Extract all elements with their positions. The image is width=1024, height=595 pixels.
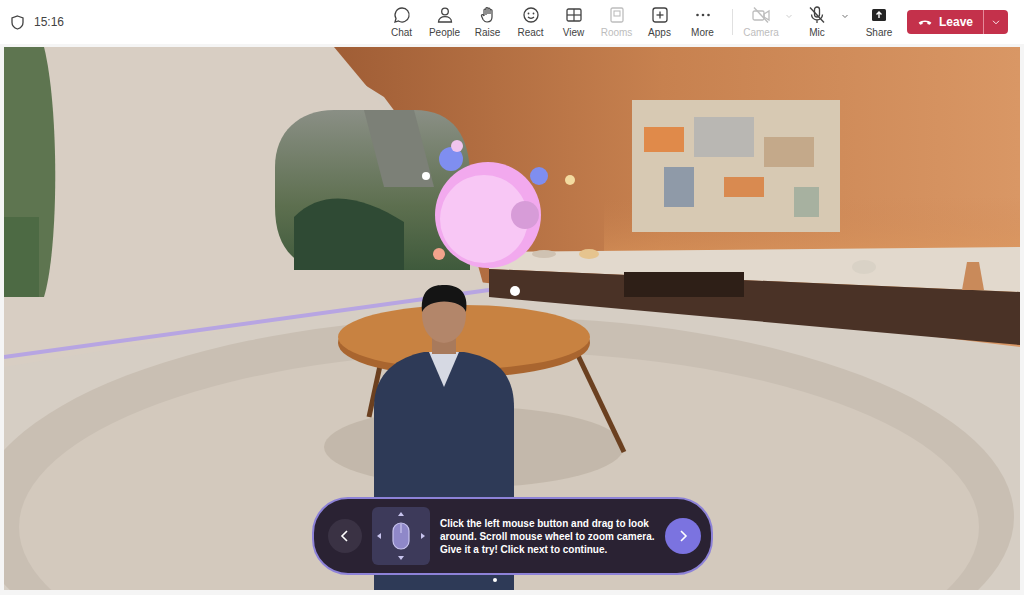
- layout-icon: [564, 5, 584, 25]
- hang-up-icon: [917, 14, 933, 30]
- camera-control: Camera: [741, 0, 797, 44]
- toolbar-label: People: [429, 27, 460, 39]
- hand-icon: [478, 5, 498, 25]
- toolbar-label: Raise: [475, 27, 501, 39]
- device-menu-button[interactable]: [781, 6, 797, 26]
- apps-icon: [650, 5, 670, 25]
- camera-off-icon: [751, 5, 771, 25]
- toolbar-button[interactable]: React: [509, 0, 552, 44]
- toolbar-label: Apps: [648, 27, 671, 39]
- tutorial-tooltip: Click the left mouse button and drag to …: [312, 497, 713, 575]
- toolbar-label: Rooms: [601, 27, 633, 39]
- chat-icon: [392, 5, 412, 25]
- mic-button[interactable]: Mic: [797, 0, 837, 44]
- mic-control: Mic: [797, 0, 853, 44]
- leave-label: Leave: [939, 13, 973, 31]
- mouse-hint: [372, 507, 430, 565]
- toolbar-label: More: [691, 27, 714, 39]
- toolbar-label: React: [517, 27, 543, 39]
- toolbar-button: Rooms: [595, 0, 638, 44]
- rooms-icon: [607, 5, 627, 25]
- toolbar-separator: [732, 9, 733, 35]
- chevron-down-icon: [840, 11, 850, 21]
- stage: Click the left mouse button and drag to …: [0, 44, 1024, 595]
- leave-separator: [983, 10, 984, 34]
- toolbar-button[interactable]: People: [423, 0, 466, 44]
- share-button[interactable]: Share: [857, 0, 901, 44]
- chevron-down-icon: [990, 16, 1002, 28]
- pager-dot[interactable]: [493, 578, 497, 582]
- toolbar-button[interactable]: Raise: [466, 0, 509, 44]
- top-bar: 15:16 Chat People Raise React View Rooms Apps M…: [0, 0, 1024, 44]
- device-label: Camera: [743, 27, 779, 39]
- mouse-icon: [374, 509, 428, 563]
- next-button[interactable]: [665, 518, 701, 554]
- ellipsis-icon: [693, 5, 713, 25]
- meeting-info: 15:16: [0, 13, 380, 31]
- meeting-clock: 15:16: [34, 13, 64, 31]
- toolbar-button[interactable]: More: [681, 0, 724, 44]
- leave-menu-button[interactable]: [984, 10, 1008, 34]
- toolbar-button[interactable]: View: [552, 0, 595, 44]
- smiley-icon: [521, 5, 541, 25]
- device-menu-button[interactable]: [837, 6, 853, 26]
- shield-icon: [11, 15, 24, 30]
- chevron-right-icon: [678, 530, 688, 542]
- chevron-left-icon: [340, 530, 350, 542]
- tutorial-pager: [493, 578, 497, 582]
- share-screen-icon: [869, 5, 889, 25]
- leave-button[interactable]: Leave: [907, 10, 1008, 34]
- people-icon: [435, 5, 455, 25]
- device-label: Mic: [809, 27, 825, 39]
- share-label: Share: [866, 27, 893, 39]
- toolbar-button[interactable]: Chat: [380, 0, 423, 44]
- toolbar-button[interactable]: Apps: [638, 0, 681, 44]
- device-controls: Camera Mic: [741, 0, 853, 44]
- toolbar-label: Chat: [391, 27, 412, 39]
- chevron-down-icon: [784, 11, 794, 21]
- leave-main[interactable]: Leave: [907, 10, 983, 34]
- tutorial-text: Click the left mouse button and drag to …: [440, 517, 655, 556]
- meeting-toolbar: Chat People Raise React View Rooms Apps More: [380, 0, 724, 44]
- previous-button[interactable]: [328, 519, 362, 553]
- camera-button: Camera: [741, 0, 781, 44]
- immersive-scene[interactable]: Click the left mouse button and drag to …: [4, 47, 1020, 590]
- mic-off-icon: [807, 5, 827, 25]
- toolbar-label: View: [563, 27, 585, 39]
